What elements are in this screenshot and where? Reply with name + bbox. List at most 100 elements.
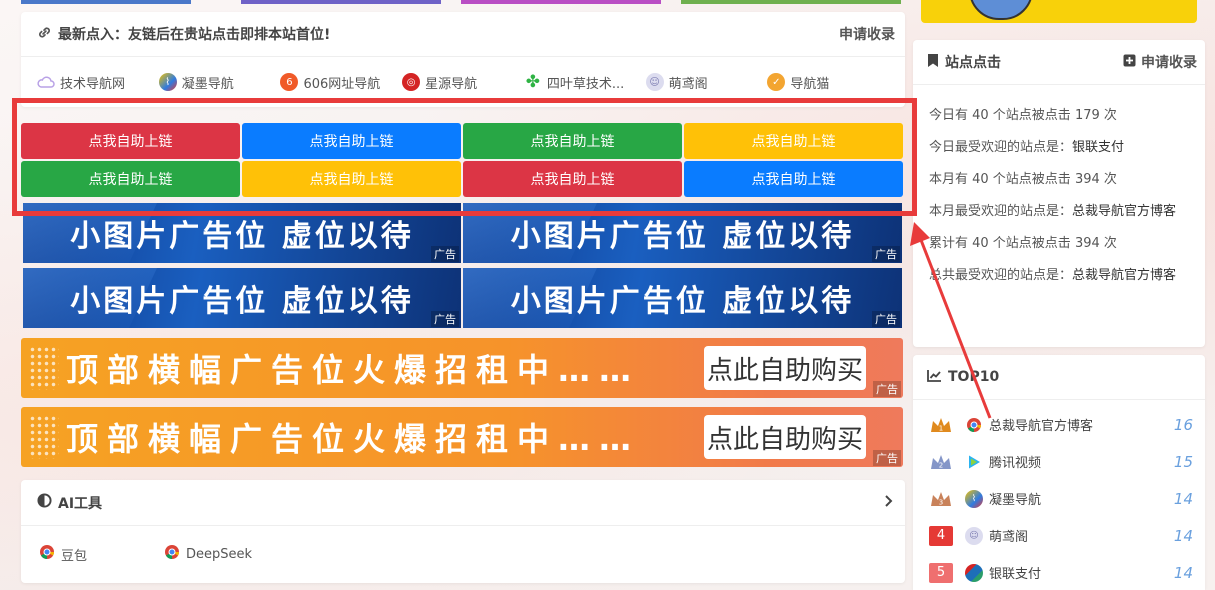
self-link-button[interactable]: 点我自助上链 <box>463 123 682 159</box>
stat-line: 本月最受欢迎的站点是：总裁导航官方博客 <box>929 204 1177 219</box>
site-clicks-stats: 今日有 40 个站点被点击 179 次 今日最受欢迎的站点是：银联支付 本月有 … <box>913 85 1205 286</box>
ink-logo-icon: ⌇ <box>965 489 983 508</box>
rank-badge: 5 <box>929 562 953 583</box>
self-link-button[interactable]: 点我自助上链 <box>684 123 903 159</box>
top10-list: 1 总裁导航官方博客 16 2 腾讯视频 15 3 ⌇ 凝墨导航 14 4 ☺ … <box>913 400 1205 590</box>
buy-ad-button[interactable]: 点此自助购买 <box>704 415 866 459</box>
chevron-right-icon[interactable] <box>883 494 895 512</box>
svg-text:3: 3 <box>939 498 943 506</box>
top10-row[interactable]: 3 ⌇ 凝墨导航 14 <box>913 480 1205 517</box>
small-ad-banner[interactable]: 小图片广告位 虚位以待 广告 <box>463 268 902 328</box>
click-count: 14 <box>1173 563 1193 582</box>
stat-line: 本月有 40 个站点被点击 394 次 <box>929 172 1117 187</box>
apply-link-button[interactable]: 申请收录 <box>1141 52 1197 72</box>
link-item[interactable]: 6 606网址导航 <box>280 73 402 92</box>
gold-crown-icon: 1 <box>929 415 953 435</box>
prev-strip-3 <box>461 0 661 4</box>
line-chart-icon <box>927 369 942 386</box>
bronze-crown-icon: 3 <box>929 489 953 509</box>
popular-site-link[interactable]: 银联支付 <box>1072 140 1124 155</box>
top10-row[interactable]: 4 ☺ 萌鸢阁 14 <box>913 517 1205 554</box>
unionpay-icon <box>965 563 983 582</box>
latest-links-list: 技术导航网 ⌇ 凝墨导航 6 606网址导航 ◎ 星源导航 ✤ 四叶草技术... ☺ 萌鸢… <box>21 57 905 107</box>
stat-line: 今日最受欢迎的站点是：银联支付 <box>929 140 1125 155</box>
anime-avatar-icon: ☺ <box>645 73 664 91</box>
ai-tools-header[interactable]: AI工具 <box>21 480 905 526</box>
ad-tag: 广告 <box>431 311 459 327</box>
ad-tag: 广告 <box>873 450 901 466</box>
prev-strip-4 <box>681 0 901 4</box>
click-count: 15 <box>1173 452 1193 471</box>
ai-logo-icon <box>37 493 52 512</box>
tencent-video-icon <box>965 452 983 471</box>
site-clicks-card: 站点点击 申请收录 今日有 40 个站点被点击 179 次 今日最受欢迎的站点是… <box>913 40 1205 347</box>
stat-line: 累计有 40 个站点被点击 394 次 <box>929 236 1117 251</box>
link-item[interactable]: ☺ 萌鸢阁 <box>645 73 768 92</box>
ai-tools-title: AI工具 <box>58 495 103 512</box>
link-item[interactable]: ✤ 四叶草技术... <box>524 73 646 92</box>
small-ad-banner[interactable]: 小图片广告位 虚位以待 广告 <box>463 203 902 263</box>
click-count: 16 <box>1173 415 1193 434</box>
self-link-button[interactable]: 点我自助上链 <box>463 161 682 197</box>
link-item[interactable]: ◎ 星源导航 <box>402 73 524 92</box>
ad-tag: 广告 <box>872 246 900 262</box>
ai-tool-item[interactable]: 豆包 <box>39 544 164 564</box>
plus-square-icon <box>1123 54 1136 71</box>
chrome-icon <box>965 415 983 434</box>
buy-ad-button[interactable]: 点此自助购买 <box>704 346 866 390</box>
click-count: 14 <box>1173 526 1193 545</box>
link-item[interactable]: ✓ 导航猫 <box>767 73 889 92</box>
cat-badge-icon: ✓ <box>767 73 786 91</box>
latest-links-card: 最新点入：友链后在贵站点击即排本站首位! 申请收录 技术导航网 ⌇ 凝墨导航 66… <box>21 12 905 107</box>
top10-row[interactable]: 5 银联支付 14 <box>913 554 1205 590</box>
svg-text:1: 1 <box>939 424 943 432</box>
mascot-graphic <box>969 0 1033 20</box>
stat-line: 今日有 40 个站点被点击 179 次 <box>929 108 1117 123</box>
latest-links-header: 最新点入：友链后在贵站点击即排本站首位! 申请收录 <box>21 12 905 57</box>
ad-tag: 广告 <box>872 311 900 327</box>
link-item[interactable]: 技术导航网 <box>37 73 159 92</box>
top10-row[interactable]: 1 总裁导航官方博客 16 <box>913 406 1205 443</box>
prev-strip-1 <box>21 0 191 4</box>
ai-tool-item[interactable]: DeepSeek <box>164 544 289 564</box>
self-link-button[interactable]: 点我自助上链 <box>242 161 461 197</box>
popular-site-link[interactable]: 总裁导航官方博客 <box>1072 204 1176 219</box>
dot-pattern <box>29 346 59 390</box>
wide-ad-banner[interactable]: 顶部横幅广告位火爆招租中…… 点此自助购买 广告 <box>21 407 903 467</box>
popular-site-link[interactable]: 总裁导航官方博客 <box>1072 268 1176 283</box>
ad-tag: 广告 <box>873 381 901 397</box>
apply-link-button[interactable]: 申请收录 <box>839 24 895 44</box>
top10-title: TOP10 <box>948 369 1000 385</box>
bookmark-icon <box>927 53 939 72</box>
stat-line: 总共最受欢迎的站点是：总裁导航官方博客 <box>929 268 1177 283</box>
ink-logo-icon: ⌇ <box>158 73 177 91</box>
prev-strip-2 <box>241 0 441 4</box>
self-link-button[interactable]: 点我自助上链 <box>242 123 461 159</box>
site-clicks-header: 站点点击 申请收录 <box>913 40 1205 85</box>
self-link-button[interactable]: 点我自助上链 <box>21 123 240 159</box>
rank-badge: 4 <box>929 525 953 546</box>
self-link-button[interactable]: 点我自助上链 <box>21 161 240 197</box>
dot-pattern <box>29 415 59 459</box>
ad-tag: 广告 <box>431 246 459 262</box>
click-count: 14 <box>1173 489 1193 508</box>
svg-text:2: 2 <box>939 461 943 469</box>
anime-avatar-icon: ☺ <box>965 526 983 545</box>
wide-ad-banner[interactable]: 顶部横幅广告位火爆招租中…… 点此自助购买 广告 <box>21 338 903 398</box>
chrome-icon <box>39 544 55 564</box>
self-link-button-grid: 点我自助上链 点我自助上链 点我自助上链 点我自助上链 点我自助上链 点我自助上… <box>21 123 903 199</box>
link-item[interactable]: ⌇ 凝墨导航 <box>158 73 281 92</box>
top10-row[interactable]: 2 腾讯视频 15 <box>913 443 1205 480</box>
small-ad-banner[interactable]: 小图片广告位 虚位以待 广告 <box>23 268 461 328</box>
six-logo-icon: 6 <box>280 73 299 91</box>
seal-logo-icon: ◎ <box>402 73 421 91</box>
top10-header: TOP10 <box>913 355 1205 400</box>
sidebar-top-ad[interactable] <box>921 0 1197 23</box>
silver-crown-icon: 2 <box>929 452 953 472</box>
chrome-icon <box>164 544 180 564</box>
ai-tools-card: AI工具 豆包 DeepSeek <box>21 480 905 583</box>
self-link-button[interactable]: 点我自助上链 <box>684 161 903 197</box>
top10-card: TOP10 1 总裁导航官方博客 16 2 腾讯视频 15 3 ⌇ 凝墨导航 1… <box>913 355 1205 590</box>
small-ad-banner[interactable]: 小图片广告位 虚位以待 广告 <box>23 203 461 263</box>
ai-tools-list: 豆包 DeepSeek <box>21 526 905 582</box>
